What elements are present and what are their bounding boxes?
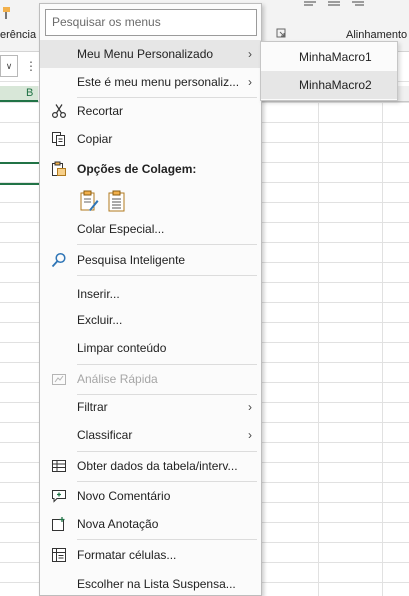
ribbon-group-label: erência bbox=[0, 29, 37, 41]
copy-icon bbox=[52, 132, 65, 146]
menu-item-cut[interactable]: Recortar bbox=[40, 97, 261, 125]
scissors-icon bbox=[51, 104, 67, 119]
menu-separator bbox=[77, 539, 257, 540]
chevron-right-icon: › bbox=[248, 47, 252, 61]
quick-analysis-icon bbox=[52, 374, 66, 385]
menu-item-new-note[interactable]: Nova Anotação bbox=[40, 510, 261, 538]
chevron-right-icon: › bbox=[248, 75, 252, 89]
ribbon-alignment-label[interactable]: Alinhamento bbox=[346, 29, 407, 41]
align-icons[interactable] bbox=[300, 0, 380, 10]
dialog-launcher-icon[interactable] bbox=[276, 28, 286, 38]
menu-item-delete[interactable]: Excluir... bbox=[40, 306, 261, 334]
menu-item-quick-analysis[interactable]: Análise Rápida bbox=[40, 365, 261, 393]
submenu-item-macro2[interactable]: MinhaMacro2 bbox=[261, 71, 397, 99]
table-icon bbox=[52, 460, 66, 472]
menu-item-paste-options: Opções de Colagem: bbox=[40, 155, 261, 183]
context-menu: Pesquisar os menus Meu Menu Personalizad… bbox=[39, 3, 262, 596]
more-options-icon[interactable]: ⋮ bbox=[25, 59, 37, 73]
paste-icon bbox=[52, 161, 66, 176]
menu-item-insert[interactable]: Inserir... bbox=[40, 280, 261, 308]
menu-item-new-comment[interactable]: Novo Comentário bbox=[40, 482, 261, 510]
column-header-b[interactable]: B bbox=[0, 86, 38, 102]
paste-values-icon[interactable] bbox=[107, 190, 127, 212]
menu-item-my-custom-menu[interactable]: Este é meu menu personaliz... › bbox=[40, 68, 261, 96]
submenu-item-macro1[interactable]: MinhaMacro1 bbox=[261, 43, 397, 71]
menu-item-filter[interactable]: Filtrar › bbox=[40, 393, 261, 421]
menu-item-sort[interactable]: Classificar › bbox=[40, 421, 261, 449]
menu-item-paste-special[interactable]: Colar Especial... bbox=[40, 215, 261, 243]
chevron-right-icon: › bbox=[248, 428, 252, 442]
menu-item-format-cells[interactable]: Formatar células... bbox=[40, 541, 261, 569]
menu-item-smart-lookup[interactable]: Pesquisa Inteligente bbox=[40, 246, 261, 274]
menu-item-clear-contents[interactable]: Limpar conteúdo bbox=[40, 334, 261, 362]
comment-icon bbox=[52, 490, 66, 503]
search-icon bbox=[51, 252, 66, 268]
search-menus-input[interactable]: Pesquisar os menus bbox=[45, 9, 257, 36]
format-painter-icon[interactable] bbox=[0, 6, 12, 20]
namebox-dropdown[interactable]: ∨ bbox=[0, 55, 18, 77]
note-icon bbox=[52, 517, 65, 531]
paste-formatting-icon[interactable] bbox=[79, 190, 99, 212]
menu-separator bbox=[77, 244, 257, 245]
custom-submenu: MinhaMacro1 MinhaMacro2 bbox=[260, 41, 398, 101]
menu-item-get-data-from-table[interactable]: Obter dados da tabela/interv... bbox=[40, 452, 261, 480]
menu-item-copy[interactable]: Copiar bbox=[40, 125, 261, 153]
selected-cell[interactable] bbox=[0, 162, 40, 185]
format-cells-icon bbox=[52, 548, 66, 562]
menu-item-pick-from-list[interactable]: Escolher na Lista Suspensa... bbox=[40, 570, 261, 596]
chevron-right-icon: › bbox=[248, 400, 252, 414]
menu-separator bbox=[77, 275, 257, 276]
menu-item-custom-menu[interactable]: Meu Menu Personalizado › bbox=[40, 40, 261, 68]
